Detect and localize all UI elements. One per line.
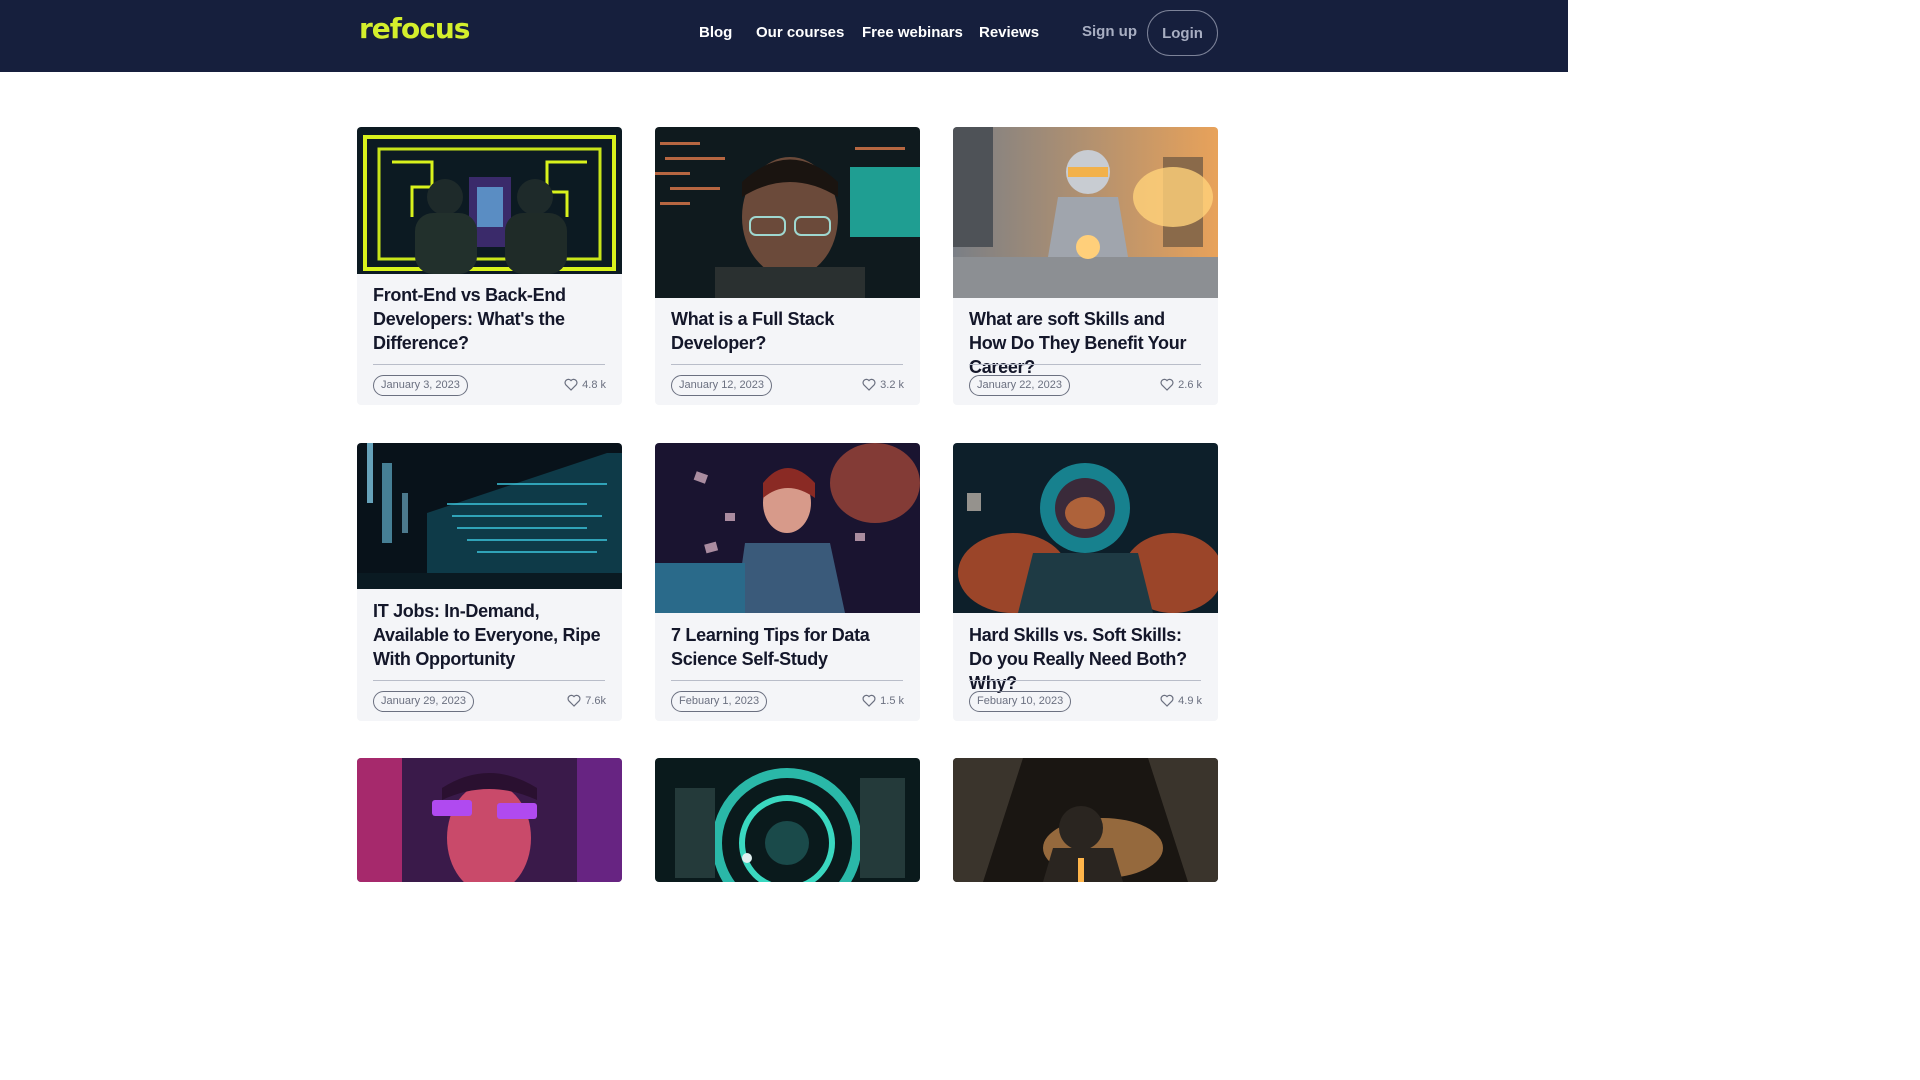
card-image	[357, 758, 622, 882]
blog-card[interactable]: Hard Skills vs. Soft Skills: Do you Real…	[953, 443, 1218, 721]
card-divider	[969, 364, 1201, 365]
card-likes[interactable]: 3.2 k	[862, 378, 904, 391]
heart-icon[interactable]	[862, 694, 876, 707]
heart-icon[interactable]	[862, 378, 876, 391]
card-divider	[969, 680, 1201, 681]
top-navigation-bar: refocus Blog Our courses Free webinars R…	[0, 0, 1568, 72]
card-date-badge: January 29, 2023	[373, 691, 475, 712]
card-image	[953, 758, 1218, 882]
blog-card[interactable]: Front-End vs Back-End Developers: What's…	[357, 127, 622, 405]
nav-blog[interactable]: Blog	[699, 24, 732, 41]
refocus-logo[interactable]: refocus	[359, 12, 470, 45]
heart-icon[interactable]	[567, 694, 581, 707]
card-likes[interactable]: 1.5 k	[862, 694, 904, 707]
card-image	[655, 443, 920, 613]
card-date-badge: Febuary 10, 2023	[969, 691, 1072, 712]
card-date-badge: Febuary 1, 2023	[671, 691, 768, 712]
blog-card[interactable]	[357, 758, 622, 882]
card-date-badge: January 12, 2023	[671, 375, 773, 396]
nav-reviews[interactable]: Reviews	[979, 24, 1039, 41]
likes-count: 4.9 k	[1178, 694, 1202, 707]
card-image	[655, 758, 920, 882]
likes-count: 3.2 k	[880, 378, 904, 391]
card-image	[357, 443, 622, 589]
card-image	[953, 127, 1218, 298]
card-date-badge: January 22, 2023	[969, 375, 1071, 396]
card-image	[655, 127, 920, 298]
likes-count: 1.5 k	[880, 694, 904, 707]
card-title[interactable]: IT Jobs: In-Demand, Available to Everyon…	[373, 599, 609, 671]
card-title[interactable]: Front-End vs Back-End Developers: What's…	[373, 283, 609, 355]
login-button[interactable]: Login	[1147, 10, 1218, 56]
card-likes[interactable]: 4.9 k	[1160, 694, 1202, 707]
blog-card[interactable]	[953, 758, 1218, 882]
sign-up-link[interactable]: Sign up	[1082, 23, 1137, 40]
card-divider	[373, 364, 605, 365]
nav-our-courses[interactable]: Our courses	[756, 24, 844, 41]
blog-card[interactable]: What are soft Skills and How Do They Ben…	[953, 127, 1218, 405]
blog-card[interactable]	[655, 758, 920, 882]
heart-icon[interactable]	[564, 378, 578, 391]
likes-count: 4.8 k	[582, 378, 606, 391]
heart-icon[interactable]	[1160, 694, 1174, 707]
heart-icon[interactable]	[1160, 378, 1174, 391]
card-title[interactable]: What is a Full Stack Developer?	[671, 307, 907, 355]
card-date-badge: January 3, 2023	[373, 375, 468, 396]
likes-count: 2.6 k	[1178, 378, 1202, 391]
card-divider	[671, 680, 903, 681]
blog-card[interactable]: IT Jobs: In-Demand, Available to Everyon…	[357, 443, 622, 721]
blog-card[interactable]: What is a Full Stack Developer? January …	[655, 127, 920, 405]
card-image	[357, 127, 622, 274]
card-divider	[671, 364, 903, 365]
card-title[interactable]: What are soft Skills and How Do They Ben…	[969, 307, 1205, 379]
card-likes[interactable]: 2.6 k	[1160, 378, 1202, 391]
blog-card[interactable]: 7 Learning Tips for Data Science Self-St…	[655, 443, 920, 721]
card-divider	[373, 680, 605, 681]
card-title[interactable]: 7 Learning Tips for Data Science Self-St…	[671, 623, 907, 671]
nav-free-webinars[interactable]: Free webinars	[862, 24, 963, 41]
likes-count: 7.6k	[585, 694, 606, 707]
card-likes[interactable]: 4.8 k	[564, 378, 606, 391]
card-likes[interactable]: 7.6k	[567, 694, 606, 707]
card-title[interactable]: Hard Skills vs. Soft Skills: Do you Real…	[969, 623, 1205, 695]
card-image	[953, 443, 1218, 613]
